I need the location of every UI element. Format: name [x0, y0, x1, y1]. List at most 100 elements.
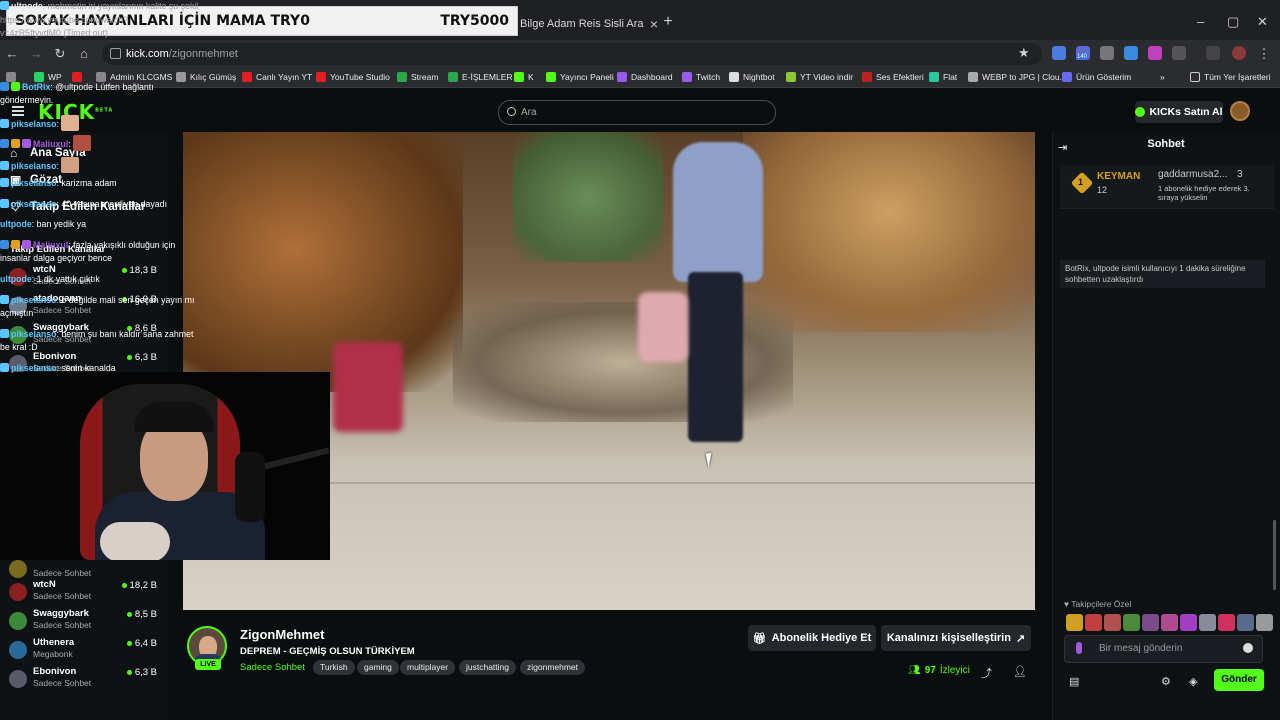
back-icon[interactable]: ←: [4, 46, 20, 61]
ext-badge-icon[interactable]: 140: [1076, 46, 1090, 60]
bookmarks-overflow-icon[interactable]: »: [1160, 72, 1165, 82]
download-ext-icon[interactable]: [1124, 46, 1138, 60]
chat-username[interactable]: pikselanso: [11, 199, 56, 209]
emote-9[interactable]: [1218, 614, 1235, 631]
stream-tag[interactable]: gaming: [357, 660, 399, 675]
chat-username[interactable]: BotRix: [22, 82, 50, 92]
chat-rules-icon[interactable]: ◈: [1189, 675, 1197, 688]
bookmark-item[interactable]: Ürün Gösterim: [1062, 72, 1131, 82]
color-ext-icon[interactable]: [1148, 46, 1162, 60]
chat-input[interactable]: Bir mesaj gönderin: [1064, 635, 1263, 663]
all-bookmarks[interactable]: Tüm Yer İşaretleri: [1190, 72, 1271, 82]
emote-10[interactable]: [1237, 614, 1254, 631]
site-info-icon[interactable]: [110, 48, 121, 59]
bookmark-item[interactable]: Canlı Yayın YT: [242, 72, 312, 82]
video-person-pants: [688, 272, 743, 442]
bookmark-item[interactable]: YouTube Studio: [316, 72, 390, 82]
bookmark-item[interactable]: YT Video indir: [786, 72, 853, 82]
chat-username[interactable]: pikselanso: [11, 119, 56, 129]
chat-username[interactable]: Maliuxul: [33, 240, 68, 250]
emote-8[interactable]: [1199, 614, 1216, 631]
chat-title: Sohbet: [1147, 138, 1185, 150]
emote-2[interactable]: [1085, 614, 1102, 631]
live-badge: LIVE: [195, 659, 221, 670]
streamer-name[interactable]: ZigonMehmet: [240, 627, 325, 642]
chat-scrollbar[interactable]: [1273, 520, 1276, 590]
stream-tag[interactable]: multiplayer: [400, 660, 456, 675]
maximize-icon[interactable]: ▢: [1227, 14, 1239, 30]
extensions-puzzle-icon[interactable]: [1172, 46, 1186, 60]
emoji-picker-icon[interactable]: [1243, 643, 1253, 653]
emote-5[interactable]: [1142, 614, 1159, 631]
bookmark-item[interactable]: Nightbot: [729, 72, 775, 82]
bookmark-item[interactable]: Twitch: [682, 72, 720, 82]
bookmark-item[interactable]: Stream: [397, 72, 438, 82]
bookmark-item[interactable]: Flat: [929, 72, 957, 82]
camera-ext-icon[interactable]: [1100, 46, 1114, 60]
media-control-icon[interactable]: [1206, 46, 1220, 60]
follow-icon[interactable]: 👤︎: [1013, 665, 1027, 678]
emote-1[interactable]: [1066, 614, 1083, 631]
minimize-icon[interactable]: –: [1197, 14, 1204, 29]
bookmark-item[interactable]: E-İŞLEMLER: [448, 72, 513, 82]
address-bar[interactable]: kick.com/zigonmehmet: [102, 43, 1042, 65]
gift-sub-button[interactable]: 🎁︎ Abonelik Hediye Et: [748, 625, 876, 651]
buy-kicks-button[interactable]: KICKs Satın Al: [1135, 101, 1223, 123]
followed-channel[interactable]: wtcN Sadece Sohbet 18,2 B: [9, 579, 159, 607]
gift-box-icon[interactable]: ▤: [1069, 675, 1079, 688]
bookmark-item[interactable]: K: [514, 72, 534, 82]
emote-3[interactable]: [1104, 614, 1121, 631]
chat-settings-gear-icon[interactable]: ⚙: [1161, 675, 1171, 688]
webcam-overlay: [0, 372, 330, 560]
user-avatar[interactable]: [1230, 101, 1250, 121]
chat-username[interactable]: pikselanso: [11, 363, 56, 373]
emote-7[interactable]: [1180, 614, 1197, 631]
followed-channel[interactable]: Ebonivon Sadece Sohbet 6,3 B: [9, 666, 159, 694]
reload-icon[interactable]: ↻: [52, 46, 68, 62]
bookmark-item[interactable]: WEBP to JPG | Clou...: [968, 72, 1067, 82]
share-icon[interactable]: ⤴: [981, 665, 992, 681]
menu-kebab-icon[interactable]: ⋮: [1256, 46, 1272, 62]
microphone-icon[interactable]: [1076, 642, 1082, 654]
stream-category[interactable]: Sadece Sohbet: [240, 662, 305, 673]
chat-username[interactable]: ultpode: [0, 274, 32, 284]
chat-username[interactable]: pikselanso: [11, 178, 56, 188]
tab-close-icon[interactable]: ×: [650, 16, 658, 32]
chat-colon: :: [56, 161, 59, 171]
bookmark-star-icon[interactable]: ★: [1018, 45, 1030, 61]
followed-channel[interactable]: Uthenera Megabonk 6,4 B: [9, 637, 159, 665]
forward-icon[interactable]: →: [28, 46, 44, 61]
stream-tag[interactable]: Turkish: [313, 660, 355, 675]
chat-badge-icon: [0, 119, 9, 128]
channel-status: Megabonk: [33, 649, 73, 659]
new-tab-icon[interactable]: +: [660, 14, 676, 30]
translate-ext-icon[interactable]: [1052, 46, 1066, 60]
emote-11[interactable]: [1256, 614, 1273, 631]
chat-username[interactable]: Maliuxul: [33, 139, 68, 149]
chat-username[interactable]: pikselanso: [11, 161, 56, 171]
bookmark-item[interactable]: Ses Efektleri: [862, 72, 924, 82]
stream-tag[interactable]: zigonmehmet: [520, 660, 586, 675]
chat-message: pikselanso: 40 yaşına merdiven dayadı: [0, 198, 200, 211]
bookmark-favicon-icon: [242, 72, 252, 82]
chat-username[interactable]: ultpode: [11, 1, 43, 11]
leaderboard-pin[interactable]: 1 KEYMAN 12 gaddarmusa2... 3 1 abonelik …: [1060, 165, 1274, 209]
profile-icon[interactable]: [1232, 46, 1246, 60]
stream-tag[interactable]: justchatting: [459, 660, 516, 675]
browser-tab[interactable]: Bilge Adam Reis Sisli Arazide Ç ×: [520, 12, 658, 36]
bookmark-item[interactable]: Dashboard: [617, 72, 673, 82]
close-window-icon[interactable]: ✕: [1257, 14, 1268, 30]
send-button[interactable]: Gönder: [1214, 669, 1264, 691]
chat-badge-icon: [0, 82, 9, 91]
chat-username[interactable]: ultpode: [0, 219, 32, 229]
search-input[interactable]: Ara: [498, 100, 776, 125]
emote-4[interactable]: [1123, 614, 1140, 631]
followed-channel[interactable]: Swaggybark Sadece Sohbet 8,5 B: [9, 608, 159, 636]
chat-username[interactable]: pikselanso: [11, 329, 56, 339]
chat-username[interactable]: pikselanso: [11, 295, 56, 305]
tab-title: Bilge Adam Reis Sisli Arazide Ç: [520, 18, 644, 30]
home-icon[interactable]: ⌂: [76, 46, 92, 61]
bookmark-item[interactable]: Yayıncı Paneli: [546, 72, 614, 82]
customize-channel-button[interactable]: Kanalınızı kişiselleştirin ↗: [881, 625, 1031, 651]
emote-6[interactable]: [1161, 614, 1178, 631]
